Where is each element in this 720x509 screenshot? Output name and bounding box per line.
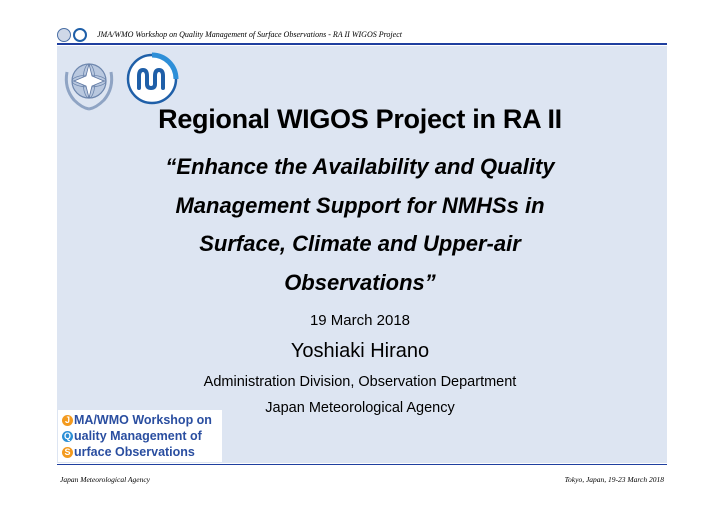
subtitle-line: “Enhance the Availability and Quality [165, 154, 555, 179]
workshop-logo-initial: J [62, 415, 73, 426]
jma-emblem-icon [126, 52, 179, 105]
presentation-date: 19 March 2018 [309, 312, 411, 329]
footer-divider [57, 464, 667, 465]
workshop-logo-text: urface Observations [74, 445, 195, 459]
workshop-logo-initial: Q [62, 431, 73, 442]
header-divider [57, 43, 667, 45]
workshop-logo-line: Surface Observations [62, 445, 195, 459]
author-name: Yoshiaki Hirano [290, 340, 430, 362]
subtitle-line: Surface, Climate and Upper-air [199, 231, 521, 256]
header-bar: JMA/WMO Workshop on Quality Management o… [57, 28, 667, 42]
workshop-logo: J MA/WMO Workshop on Quality Management o… [58, 410, 222, 462]
workshop-logo-line: J MA/WMO Workshop on [62, 413, 212, 427]
header-text: JMA/WMO Workshop on Quality Management o… [97, 30, 402, 39]
slide-subtitle: “Enhance the Availability and Quality Ma… [100, 148, 620, 302]
author-division: Administration Division, Observation Dep… [203, 374, 517, 390]
jma-small-logo-icon [73, 28, 87, 42]
footer-location-date: Tokyo, Japan, 19-23 March 2018 [564, 475, 664, 484]
workshop-logo-initial: S [62, 447, 73, 458]
workshop-logo-line: Quality Management of [62, 429, 202, 443]
slide-title: Regional WIGOS Project in RA II [158, 104, 562, 134]
wmo-small-logo-icon [57, 28, 71, 42]
subtitle-line: Management Support for NMHSs in [175, 192, 545, 218]
subtitle-line: Observations” [284, 269, 436, 295]
workshop-logo-text: uality Management of [74, 429, 202, 443]
workshop-logo-text: MA/WMO Workshop on [74, 413, 212, 427]
footer-agency: Japan Meteorological Agency [60, 475, 150, 484]
